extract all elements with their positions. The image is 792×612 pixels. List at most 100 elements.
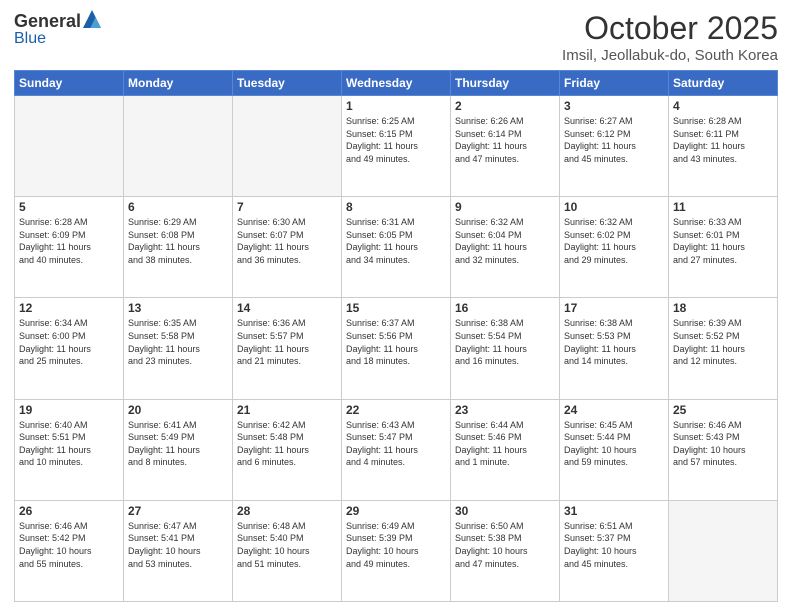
day-number: 15 <box>346 301 446 315</box>
calendar-week-row: 12 Sunrise: 6:34 AM Sunset: 6:00 PM Dayli… <box>15 298 778 399</box>
day-number: 22 <box>346 403 446 417</box>
day-info: Sunrise: 6:38 AM Sunset: 5:53 PM Dayligh… <box>564 317 664 367</box>
day-number: 29 <box>346 504 446 518</box>
calendar-cell: 26 Sunrise: 6:46 AM Sunset: 5:42 PM Dayli… <box>15 500 124 601</box>
day-info: Sunrise: 6:34 AM Sunset: 6:00 PM Dayligh… <box>19 317 119 367</box>
day-number: 20 <box>128 403 228 417</box>
day-header-sunday: Sunday <box>15 71 124 96</box>
logo-general-text: General <box>14 12 81 30</box>
day-number: 28 <box>237 504 337 518</box>
calendar-cell: 19 Sunrise: 6:40 AM Sunset: 5:51 PM Dayli… <box>15 399 124 500</box>
day-number: 16 <box>455 301 555 315</box>
day-number: 27 <box>128 504 228 518</box>
day-info: Sunrise: 6:45 AM Sunset: 5:44 PM Dayligh… <box>564 419 664 469</box>
calendar-cell <box>124 96 233 197</box>
calendar-cell: 18Sunrise: 6:39 AM Sunset: 5:52 PM Dayli… <box>669 298 778 399</box>
day-number: 24 <box>564 403 664 417</box>
calendar-week-row: 5 Sunrise: 6:28 AM Sunset: 6:09 PM Daylig… <box>15 197 778 298</box>
day-number: 30 <box>455 504 555 518</box>
calendar-cell: 13Sunrise: 6:35 AM Sunset: 5:58 PM Dayli… <box>124 298 233 399</box>
day-header-friday: Friday <box>560 71 669 96</box>
day-info: Sunrise: 6:31 AM Sunset: 6:05 PM Dayligh… <box>346 216 446 266</box>
calendar-cell: 16Sunrise: 6:38 AM Sunset: 5:54 PM Dayli… <box>451 298 560 399</box>
day-number: 13 <box>128 301 228 315</box>
day-header-thursday: Thursday <box>451 71 560 96</box>
calendar-cell: 17 Sunrise: 6:38 AM Sunset: 5:53 PM Dayli… <box>560 298 669 399</box>
calendar-cell <box>233 96 342 197</box>
day-number: 8 <box>346 200 446 214</box>
day-header-wednesday: Wednesday <box>342 71 451 96</box>
day-info: Sunrise: 6:46 AM Sunset: 5:43 PM Dayligh… <box>673 419 773 469</box>
day-number: 9 <box>455 200 555 214</box>
day-number: 5 <box>19 200 119 214</box>
day-number: 19 <box>19 403 119 417</box>
calendar-cell: 24 Sunrise: 6:45 AM Sunset: 5:44 PM Dayli… <box>560 399 669 500</box>
day-number: 17 <box>564 301 664 315</box>
day-info: Sunrise: 6:43 AM Sunset: 5:47 PM Dayligh… <box>346 419 446 469</box>
day-info: Sunrise: 6:25 AM Sunset: 6:15 PM Dayligh… <box>346 115 446 165</box>
calendar-cell: 28 Sunrise: 6:48 AM Sunset: 5:40 PM Dayli… <box>233 500 342 601</box>
day-info: Sunrise: 6:40 AM Sunset: 5:51 PM Dayligh… <box>19 419 119 469</box>
day-header-tuesday: Tuesday <box>233 71 342 96</box>
calendar-cell: 5 Sunrise: 6:28 AM Sunset: 6:09 PM Daylig… <box>15 197 124 298</box>
day-info: Sunrise: 6:30 AM Sunset: 6:07 PM Dayligh… <box>237 216 337 266</box>
day-info: Sunrise: 6:28 AM Sunset: 6:09 PM Dayligh… <box>19 216 119 266</box>
calendar-cell: 22 Sunrise: 6:43 AM Sunset: 5:47 PM Dayli… <box>342 399 451 500</box>
subtitle: Imsil, Jeollabuk-do, South Korea <box>562 47 778 64</box>
calendar-cell: 27 Sunrise: 6:47 AM Sunset: 5:41 PM Dayli… <box>124 500 233 601</box>
logo: General Blue <box>14 10 101 48</box>
day-info: Sunrise: 6:28 AM Sunset: 6:11 PM Dayligh… <box>673 115 773 165</box>
month-title: October 2025 <box>562 10 778 47</box>
day-number: 12 <box>19 301 119 315</box>
calendar-cell: 8 Sunrise: 6:31 AM Sunset: 6:05 PM Daylig… <box>342 197 451 298</box>
day-info: Sunrise: 6:42 AM Sunset: 5:48 PM Dayligh… <box>237 419 337 469</box>
day-header-monday: Monday <box>124 71 233 96</box>
calendar-cell: 15 Sunrise: 6:37 AM Sunset: 5:56 PM Dayli… <box>342 298 451 399</box>
day-info: Sunrise: 6:46 AM Sunset: 5:42 PM Dayligh… <box>19 520 119 570</box>
day-number: 4 <box>673 99 773 113</box>
calendar-cell: 4 Sunrise: 6:28 AM Sunset: 6:11 PM Daylig… <box>669 96 778 197</box>
calendar-cell: 1Sunrise: 6:25 AM Sunset: 6:15 PM Daylig… <box>342 96 451 197</box>
day-number: 14 <box>237 301 337 315</box>
day-info: Sunrise: 6:29 AM Sunset: 6:08 PM Dayligh… <box>128 216 228 266</box>
calendar-cell: 21Sunrise: 6:42 AM Sunset: 5:48 PM Dayli… <box>233 399 342 500</box>
day-info: Sunrise: 6:47 AM Sunset: 5:41 PM Dayligh… <box>128 520 228 570</box>
day-number: 26 <box>19 504 119 518</box>
day-info: Sunrise: 6:27 AM Sunset: 6:12 PM Dayligh… <box>564 115 664 165</box>
day-info: Sunrise: 6:50 AM Sunset: 5:38 PM Dayligh… <box>455 520 555 570</box>
day-info: Sunrise: 6:51 AM Sunset: 5:37 PM Dayligh… <box>564 520 664 570</box>
calendar-week-row: 19 Sunrise: 6:40 AM Sunset: 5:51 PM Dayli… <box>15 399 778 500</box>
day-header-saturday: Saturday <box>669 71 778 96</box>
day-info: Sunrise: 6:41 AM Sunset: 5:49 PM Dayligh… <box>128 419 228 469</box>
calendar-cell: 11 Sunrise: 6:33 AM Sunset: 6:01 PM Dayli… <box>669 197 778 298</box>
day-info: Sunrise: 6:32 AM Sunset: 6:02 PM Dayligh… <box>564 216 664 266</box>
day-info: Sunrise: 6:39 AM Sunset: 5:52 PM Dayligh… <box>673 317 773 367</box>
calendar-cell <box>669 500 778 601</box>
calendar-cell: 10 Sunrise: 6:32 AM Sunset: 6:02 PM Dayli… <box>560 197 669 298</box>
day-number: 6 <box>128 200 228 214</box>
calendar-cell: 7Sunrise: 6:30 AM Sunset: 6:07 PM Daylig… <box>233 197 342 298</box>
calendar-cell: 14 Sunrise: 6:36 AM Sunset: 5:57 PM Dayli… <box>233 298 342 399</box>
logo-blue-text: Blue <box>14 30 46 48</box>
day-info: Sunrise: 6:32 AM Sunset: 6:04 PM Dayligh… <box>455 216 555 266</box>
calendar-cell: 20 Sunrise: 6:41 AM Sunset: 5:49 PM Dayli… <box>124 399 233 500</box>
day-number: 11 <box>673 200 773 214</box>
day-info: Sunrise: 6:48 AM Sunset: 5:40 PM Dayligh… <box>237 520 337 570</box>
calendar-cell: 3 Sunrise: 6:27 AM Sunset: 6:12 PM Daylig… <box>560 96 669 197</box>
calendar-cell: 9 Sunrise: 6:32 AM Sunset: 6:04 PM Daylig… <box>451 197 560 298</box>
calendar-cell: 31 Sunrise: 6:51 AM Sunset: 5:37 PM Dayli… <box>560 500 669 601</box>
day-info: Sunrise: 6:26 AM Sunset: 6:14 PM Dayligh… <box>455 115 555 165</box>
day-number: 31 <box>564 504 664 518</box>
calendar-week-row: 1Sunrise: 6:25 AM Sunset: 6:15 PM Daylig… <box>15 96 778 197</box>
day-number: 10 <box>564 200 664 214</box>
calendar-cell: 25Sunrise: 6:46 AM Sunset: 5:43 PM Dayli… <box>669 399 778 500</box>
day-info: Sunrise: 6:37 AM Sunset: 5:56 PM Dayligh… <box>346 317 446 367</box>
page: General Blue October 2025 Imsil, Jeollab… <box>0 0 792 612</box>
day-number: 2 <box>455 99 555 113</box>
day-info: Sunrise: 6:33 AM Sunset: 6:01 PM Dayligh… <box>673 216 773 266</box>
day-number: 3 <box>564 99 664 113</box>
calendar-table: SundayMondayTuesdayWednesdayThursdayFrid… <box>14 70 778 602</box>
calendar-header-row: SundayMondayTuesdayWednesdayThursdayFrid… <box>15 71 778 96</box>
day-info: Sunrise: 6:36 AM Sunset: 5:57 PM Dayligh… <box>237 317 337 367</box>
day-info: Sunrise: 6:49 AM Sunset: 5:39 PM Dayligh… <box>346 520 446 570</box>
